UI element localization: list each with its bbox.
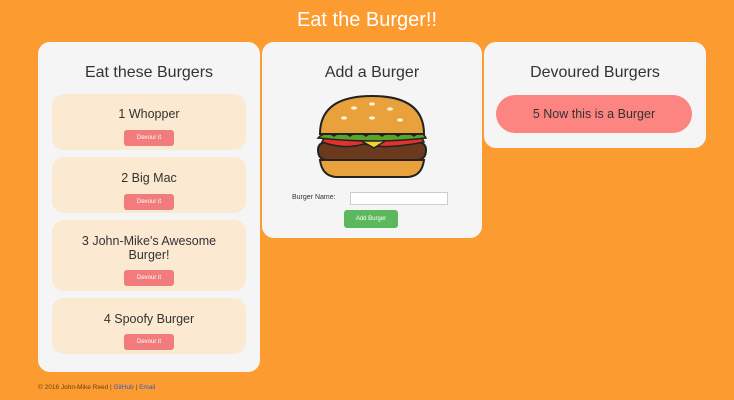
devoured-burgers-title: Devoured Burgers xyxy=(530,64,660,81)
footer-link-email[interactable]: Email xyxy=(139,384,155,391)
page-title: Eat the Burger!! xyxy=(296,9,438,31)
add-burger-button[interactable]: Add Burger xyxy=(344,210,398,228)
devoured-burger-name: 5 Now this is a Burger xyxy=(532,107,656,121)
add-burger-panel: Add a Burger Burger Name: Add Burger xyxy=(262,42,482,238)
burger-name-input[interactable] xyxy=(350,192,448,205)
burger-name: 3 John-Mike's Awesome Burger! xyxy=(81,234,217,262)
burger-name: 2 Big Mac xyxy=(121,171,177,185)
devour-button[interactable]: Devour it xyxy=(124,194,174,210)
devour-button[interactable]: Devour it xyxy=(124,130,174,146)
burger-image xyxy=(316,94,428,178)
burger-card: 2 Big Mac Devour it xyxy=(52,157,246,213)
footer-copyright: © 2016 John-Mike Reed xyxy=(38,384,109,391)
burger-name: 4 Spoofy Burger xyxy=(103,312,195,326)
add-burger-title: Add a Burger xyxy=(324,64,420,81)
devour-button[interactable]: Devour it xyxy=(124,270,174,286)
eat-burgers-panel: Eat these Burgers 1 Whopper Devour it 2 … xyxy=(38,42,260,372)
burger-card: 4 Spoofy Burger Devour it xyxy=(52,298,246,354)
eat-burgers-title: Eat these Burgers xyxy=(84,64,214,81)
devoured-burgers-panel: Devoured Burgers 5 Now this is a Burger xyxy=(484,42,706,148)
devoured-burger-item: 5 Now this is a Burger xyxy=(496,95,692,133)
footer-link-github[interactable]: GitHub xyxy=(114,384,134,391)
burger-name: 1 Whopper xyxy=(118,107,180,121)
devour-button[interactable]: Devour it xyxy=(124,334,174,350)
burger-card: 3 John-Mike's Awesome Burger! Devour it xyxy=(52,220,246,291)
footer: © 2016 John-Mike Reed | GitHub | Email xyxy=(38,384,155,391)
burger-name-label: Burger Name: xyxy=(292,194,336,201)
burger-card: 1 Whopper Devour it xyxy=(52,94,246,150)
